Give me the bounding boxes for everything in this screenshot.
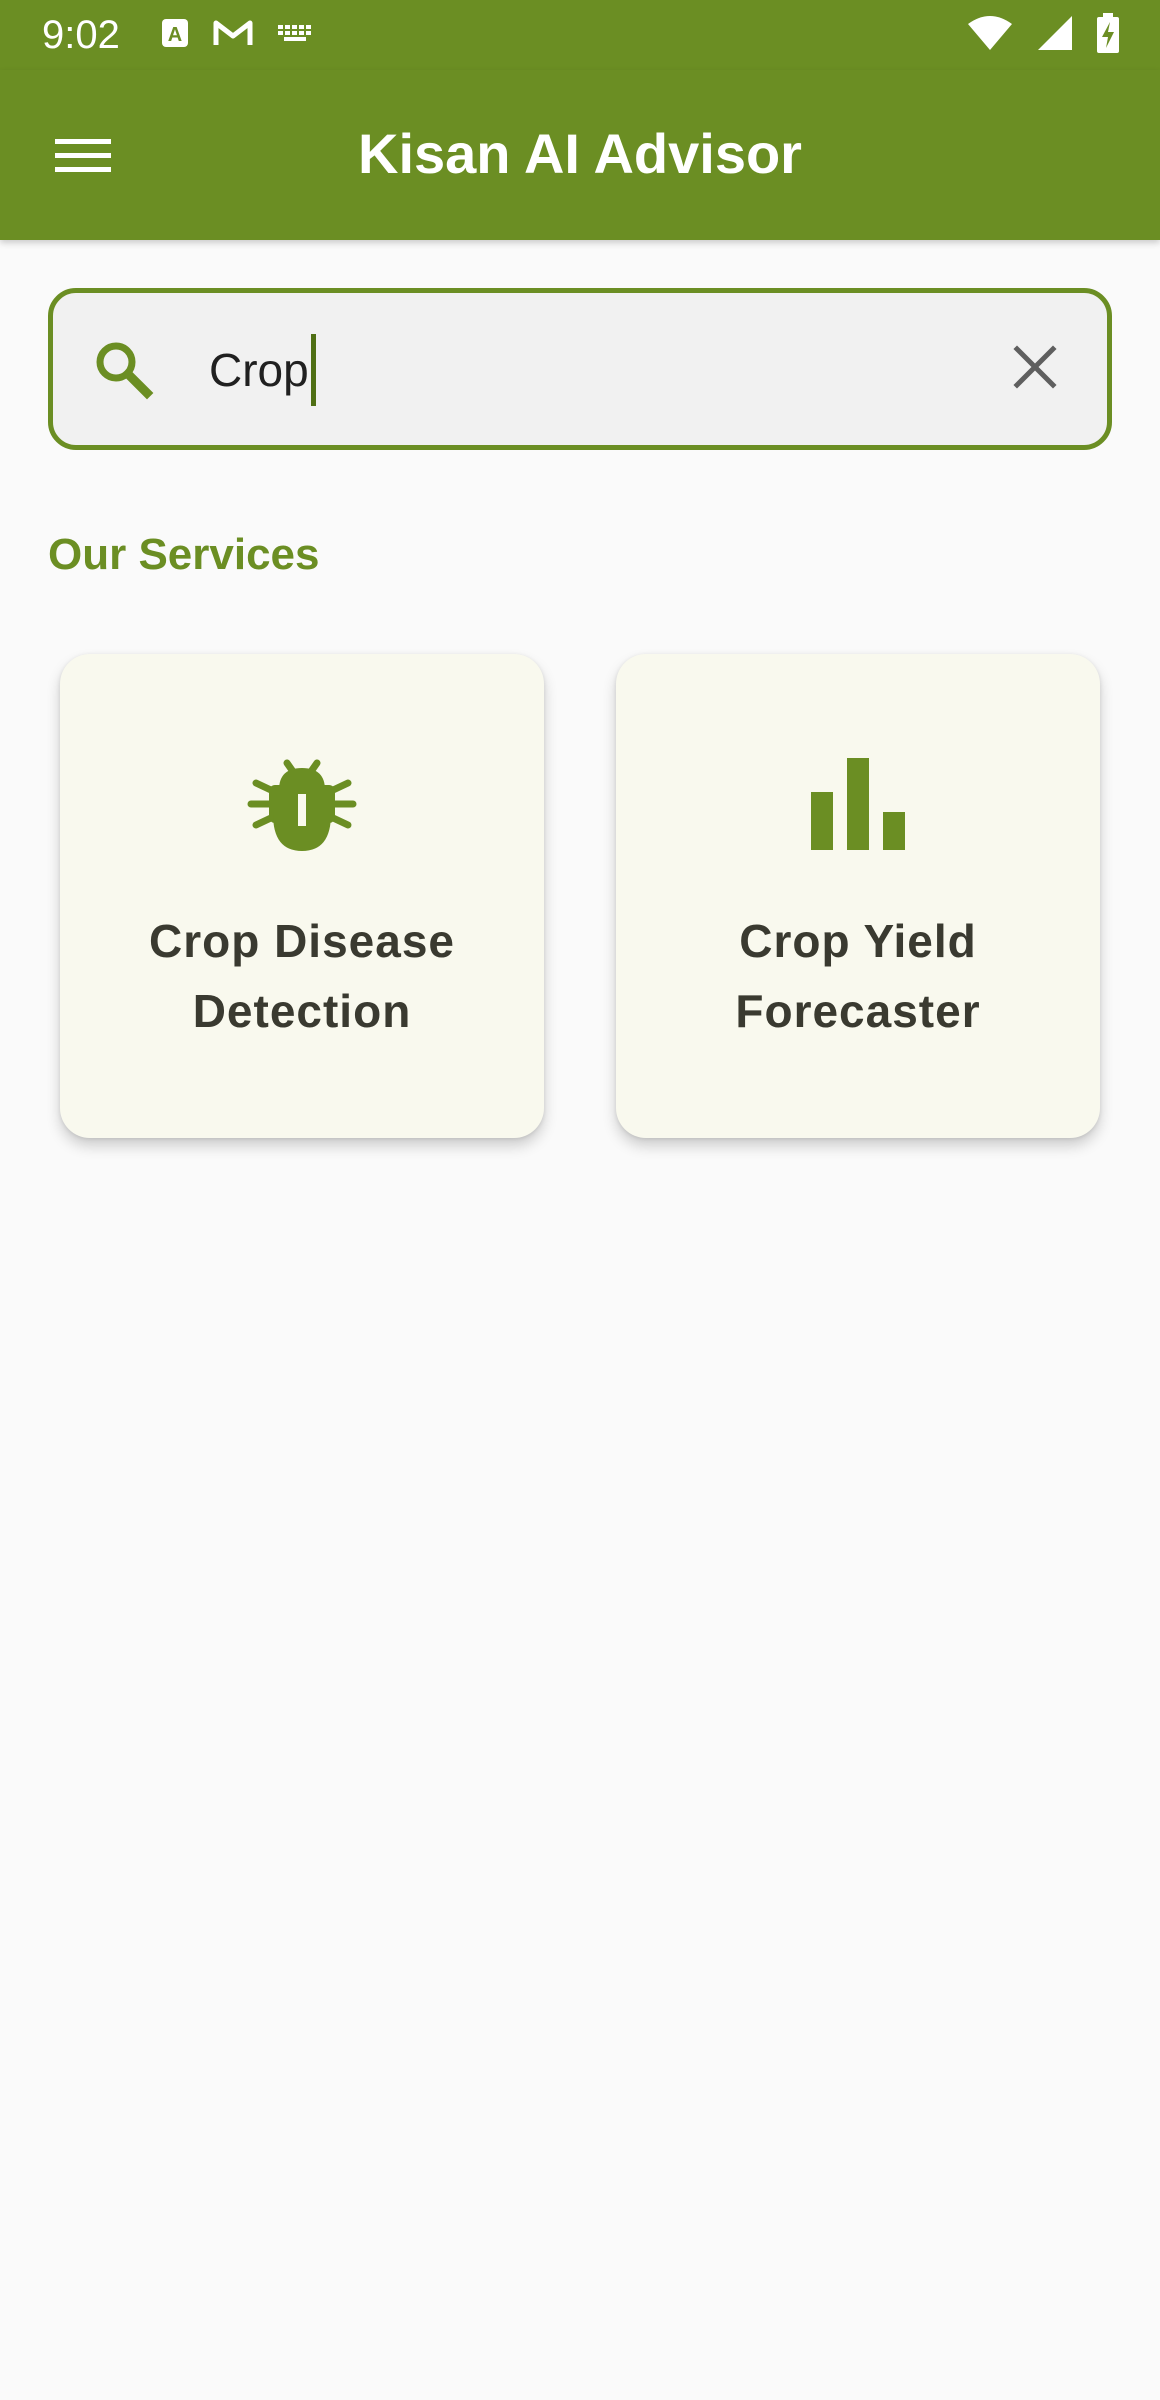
app-title: Kisan AI Advisor bbox=[358, 122, 802, 185]
card-label: Crop Yield Forecaster bbox=[735, 915, 981, 1037]
gmail-icon bbox=[212, 17, 254, 54]
search-icon bbox=[91, 337, 155, 401]
svg-text:A: A bbox=[168, 24, 182, 46]
a-app-icon: A bbox=[160, 17, 190, 54]
search-input[interactable]: Crop bbox=[209, 334, 316, 406]
system-icons bbox=[966, 12, 1120, 59]
signal-icon bbox=[1036, 14, 1074, 57]
battery-charging-icon bbox=[1096, 12, 1120, 59]
status-bar: 9:02 A bbox=[0, 0, 1160, 70]
wifi-icon bbox=[966, 14, 1014, 57]
crop-yield-forecaster-card[interactable]: Crop Yield Forecaster bbox=[616, 654, 1100, 1138]
card-label: Crop Disease Detection bbox=[148, 915, 455, 1037]
keyboard-icon bbox=[276, 23, 314, 48]
bar-chart-icon bbox=[803, 750, 913, 860]
close-icon bbox=[1013, 344, 1057, 394]
text-cursor bbox=[310, 334, 316, 406]
bug-icon bbox=[247, 750, 357, 860]
clear-search-button[interactable] bbox=[997, 331, 1073, 407]
search-field[interactable]: Crop bbox=[48, 288, 1112, 450]
status-time: 9:02 bbox=[42, 13, 120, 57]
notification-icons: A bbox=[160, 17, 314, 53]
crop-disease-detection-card[interactable]: Crop Disease Detection bbox=[60, 654, 544, 1138]
app-bar: Kisan AI Advisor bbox=[0, 70, 1160, 240]
search-input-value: Crop bbox=[209, 344, 309, 396]
services-section-title: Our Services bbox=[48, 530, 320, 579]
